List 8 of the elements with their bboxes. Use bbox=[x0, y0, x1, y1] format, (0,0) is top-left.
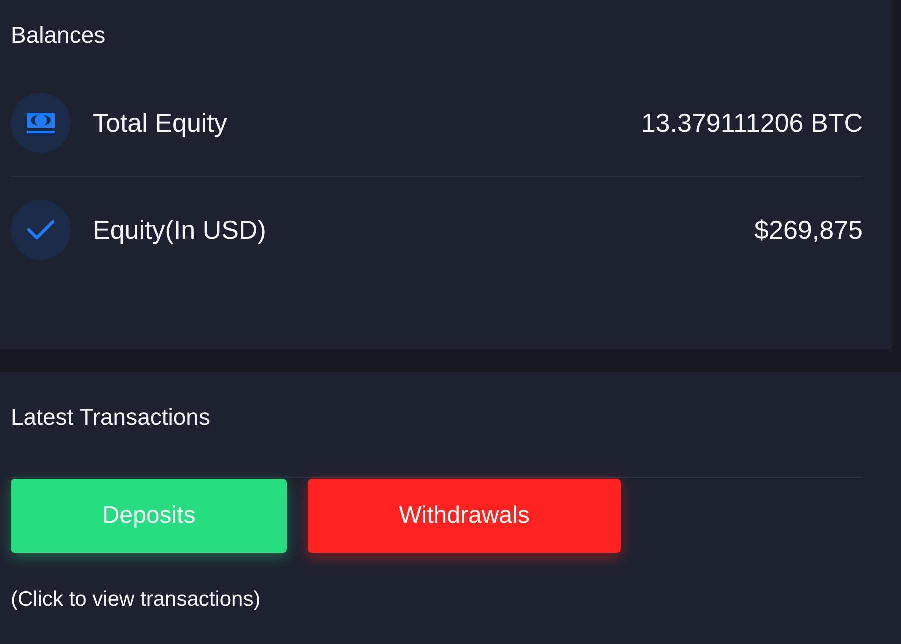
hint-text: (Click to view transactions) bbox=[11, 588, 261, 612]
latest-transactions-title: Latest Transactions bbox=[11, 404, 212, 430]
equity-value: 13.379111206 BTC bbox=[641, 108, 863, 138]
balances-title: Balances bbox=[11, 22, 107, 48]
withdrawals-button[interactable]: Withdrawals bbox=[308, 479, 621, 553]
equity-value: $269,875 bbox=[754, 214, 863, 246]
equity-label: Equity(In USD) bbox=[93, 214, 268, 246]
equity-label: Total Equity bbox=[93, 108, 228, 138]
